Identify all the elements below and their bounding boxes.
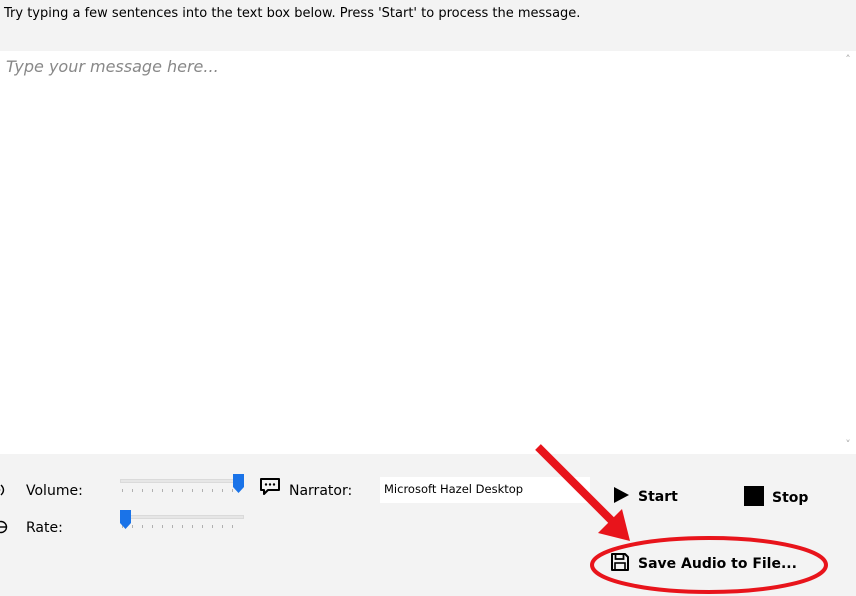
speaker-icon bbox=[0, 483, 10, 501]
rate-slider[interactable] bbox=[120, 510, 244, 534]
play-icon bbox=[612, 486, 630, 508]
narrator-label: Narrator: bbox=[289, 483, 353, 499]
narrator-select[interactable]: Microsoft Hazel Desktop bbox=[380, 477, 590, 503]
textbox-scrollbar[interactable]: ˄ ˅ bbox=[840, 51, 856, 454]
start-button[interactable]: Start bbox=[612, 486, 678, 508]
speedometer-icon bbox=[0, 520, 8, 538]
rate-slider-ticks bbox=[122, 525, 242, 528]
volume-slider[interactable] bbox=[120, 474, 244, 498]
speech-bubble-icon bbox=[259, 477, 281, 501]
instruction-text: Try typing a few sentences into the text… bbox=[4, 6, 581, 21]
volume-label: Volume: bbox=[26, 483, 83, 499]
start-button-label: Start bbox=[638, 489, 678, 505]
stop-square-icon bbox=[744, 486, 764, 510]
rate-slider-thumb[interactable] bbox=[120, 510, 131, 529]
rate-label: Rate: bbox=[26, 520, 63, 536]
scroll-up-icon[interactable]: ˄ bbox=[842, 54, 854, 66]
annotation-arrow-head bbox=[598, 509, 630, 541]
volume-slider-track bbox=[120, 479, 244, 483]
stop-button[interactable]: Stop bbox=[744, 486, 808, 510]
floppy-disk-icon bbox=[610, 552, 630, 576]
save-audio-button-label: Save Audio to File... bbox=[638, 556, 797, 572]
message-textbox[interactable] bbox=[0, 51, 856, 454]
save-audio-button[interactable]: Save Audio to File... bbox=[610, 552, 797, 576]
scroll-down-icon[interactable]: ˅ bbox=[842, 439, 854, 451]
stop-button-label: Stop bbox=[772, 490, 809, 506]
message-placeholder: Type your message here... bbox=[6, 57, 219, 76]
volume-slider-ticks bbox=[122, 489, 242, 492]
volume-slider-thumb[interactable] bbox=[233, 474, 244, 493]
rate-slider-track bbox=[120, 515, 244, 519]
